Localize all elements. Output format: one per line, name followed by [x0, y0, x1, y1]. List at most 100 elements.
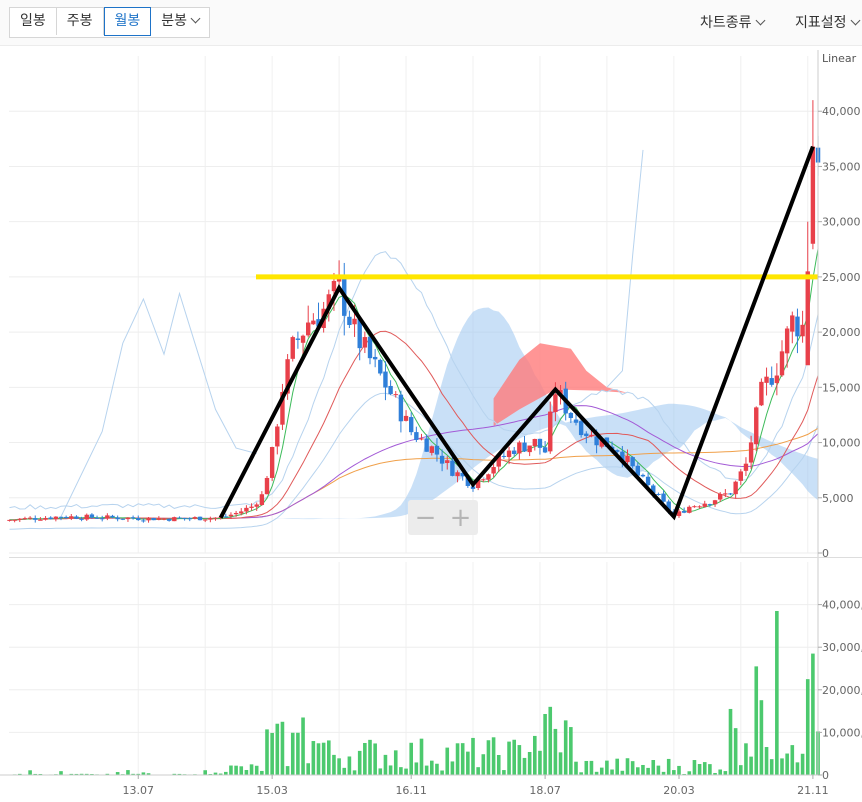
volume-bar	[59, 771, 63, 775]
candle-body	[748, 442, 754, 463]
volume-bar	[775, 610, 779, 775]
candle-body	[156, 518, 162, 520]
candle-body	[414, 432, 419, 441]
candle-body	[383, 371, 388, 388]
indicator-band-early	[60, 291, 257, 517]
volume-bar	[605, 760, 609, 775]
candle-body	[774, 375, 780, 384]
candle-body	[743, 463, 749, 471]
volume-bar	[373, 743, 377, 775]
candle-body	[182, 517, 187, 519]
candle-body	[759, 381, 764, 406]
candle-body	[192, 517, 198, 519]
volume-bar	[409, 742, 413, 775]
candle-body	[687, 506, 692, 513]
candle-body	[295, 338, 301, 340]
candle-body	[151, 518, 156, 521]
candle-body	[625, 455, 630, 463]
volume-bar	[584, 760, 589, 775]
candle-body	[434, 445, 440, 455]
candle-body	[74, 516, 79, 519]
volume-bar	[610, 769, 614, 775]
candle-body	[718, 493, 723, 500]
volume-bar	[481, 754, 486, 775]
time-tick-label: 13.07	[123, 784, 155, 797]
candle-body	[553, 394, 558, 413]
candle-body	[306, 322, 311, 336]
volume-bar	[502, 770, 506, 775]
candle-body	[779, 351, 785, 376]
volume-tick-label: 10,000,0	[822, 726, 862, 739]
candle-body	[172, 517, 177, 522]
stock-chart[interactable]: Linear 0 5,000 10,000 15,000 20,000 25,000 30,0…	[0, 0, 862, 802]
candle-body	[213, 517, 218, 519]
volume-bar	[368, 739, 372, 775]
volume-bar	[687, 771, 692, 775]
candle-body	[784, 328, 790, 354]
candle-body	[136, 518, 141, 521]
candle-body	[692, 506, 697, 508]
volume-bar	[620, 770, 625, 775]
candle-body	[7, 519, 12, 521]
volume-bar	[357, 750, 362, 775]
candle-body	[12, 519, 17, 521]
candle-body	[439, 455, 445, 464]
candle-body	[27, 517, 33, 519]
candle-body	[38, 519, 43, 521]
volume-tick-label: 20,000,0	[822, 684, 862, 697]
candle-body	[105, 515, 110, 519]
volume-bar	[630, 761, 635, 775]
candle-body	[94, 517, 100, 519]
price-tick-label: 40,000	[822, 105, 861, 118]
time-tick-label: 18.07	[529, 784, 561, 797]
candle-body	[532, 438, 537, 447]
candle-body	[661, 493, 666, 502]
volume-bar	[249, 764, 254, 775]
zoom-out-button[interactable]: −	[408, 500, 443, 535]
candle-body	[177, 517, 182, 519]
candle-body	[69, 516, 74, 519]
moving-average-5	[9, 248, 819, 521]
candle-body	[244, 507, 249, 512]
price-tick-label: 30,000	[822, 216, 861, 229]
volume-bar	[553, 728, 558, 775]
candle-body	[311, 320, 316, 325]
candle-body	[697, 506, 702, 508]
candle-body	[481, 479, 486, 481]
candle-body	[125, 517, 131, 520]
volume-bar	[275, 723, 280, 775]
zoom-control: − +	[408, 500, 478, 535]
candle-body	[187, 518, 192, 520]
time-tick-label: 16.11	[395, 784, 427, 797]
candle-body	[805, 271, 810, 366]
candle-body	[110, 515, 115, 518]
volume-bar	[419, 738, 424, 775]
volume-bar	[764, 747, 769, 775]
candle-body	[640, 474, 646, 477]
candle-body	[589, 434, 594, 437]
candle-body	[712, 500, 718, 505]
volume-bar	[749, 756, 753, 775]
volume-bar	[306, 763, 310, 775]
volume-bar	[321, 742, 326, 775]
candle-body	[403, 415, 409, 421]
candle-body	[17, 518, 22, 520]
volume-bar	[672, 770, 676, 775]
candle-body	[578, 421, 584, 436]
candle-body	[372, 356, 378, 360]
volume-bar	[254, 765, 259, 775]
volume-bar	[435, 763, 439, 775]
volume-bar	[795, 762, 800, 775]
candle-body	[347, 316, 352, 325]
volume-bar	[363, 742, 367, 775]
volume-bar	[445, 747, 450, 775]
volume-bar	[666, 758, 671, 775]
zoom-in-button[interactable]: +	[443, 500, 478, 535]
candle-body	[537, 438, 543, 448]
volume-bar	[574, 761, 578, 775]
candle-body	[738, 471, 743, 481]
candle-body	[120, 518, 125, 520]
volume-bar	[280, 721, 285, 775]
candle-body	[409, 417, 414, 433]
volume-bar	[332, 754, 336, 775]
